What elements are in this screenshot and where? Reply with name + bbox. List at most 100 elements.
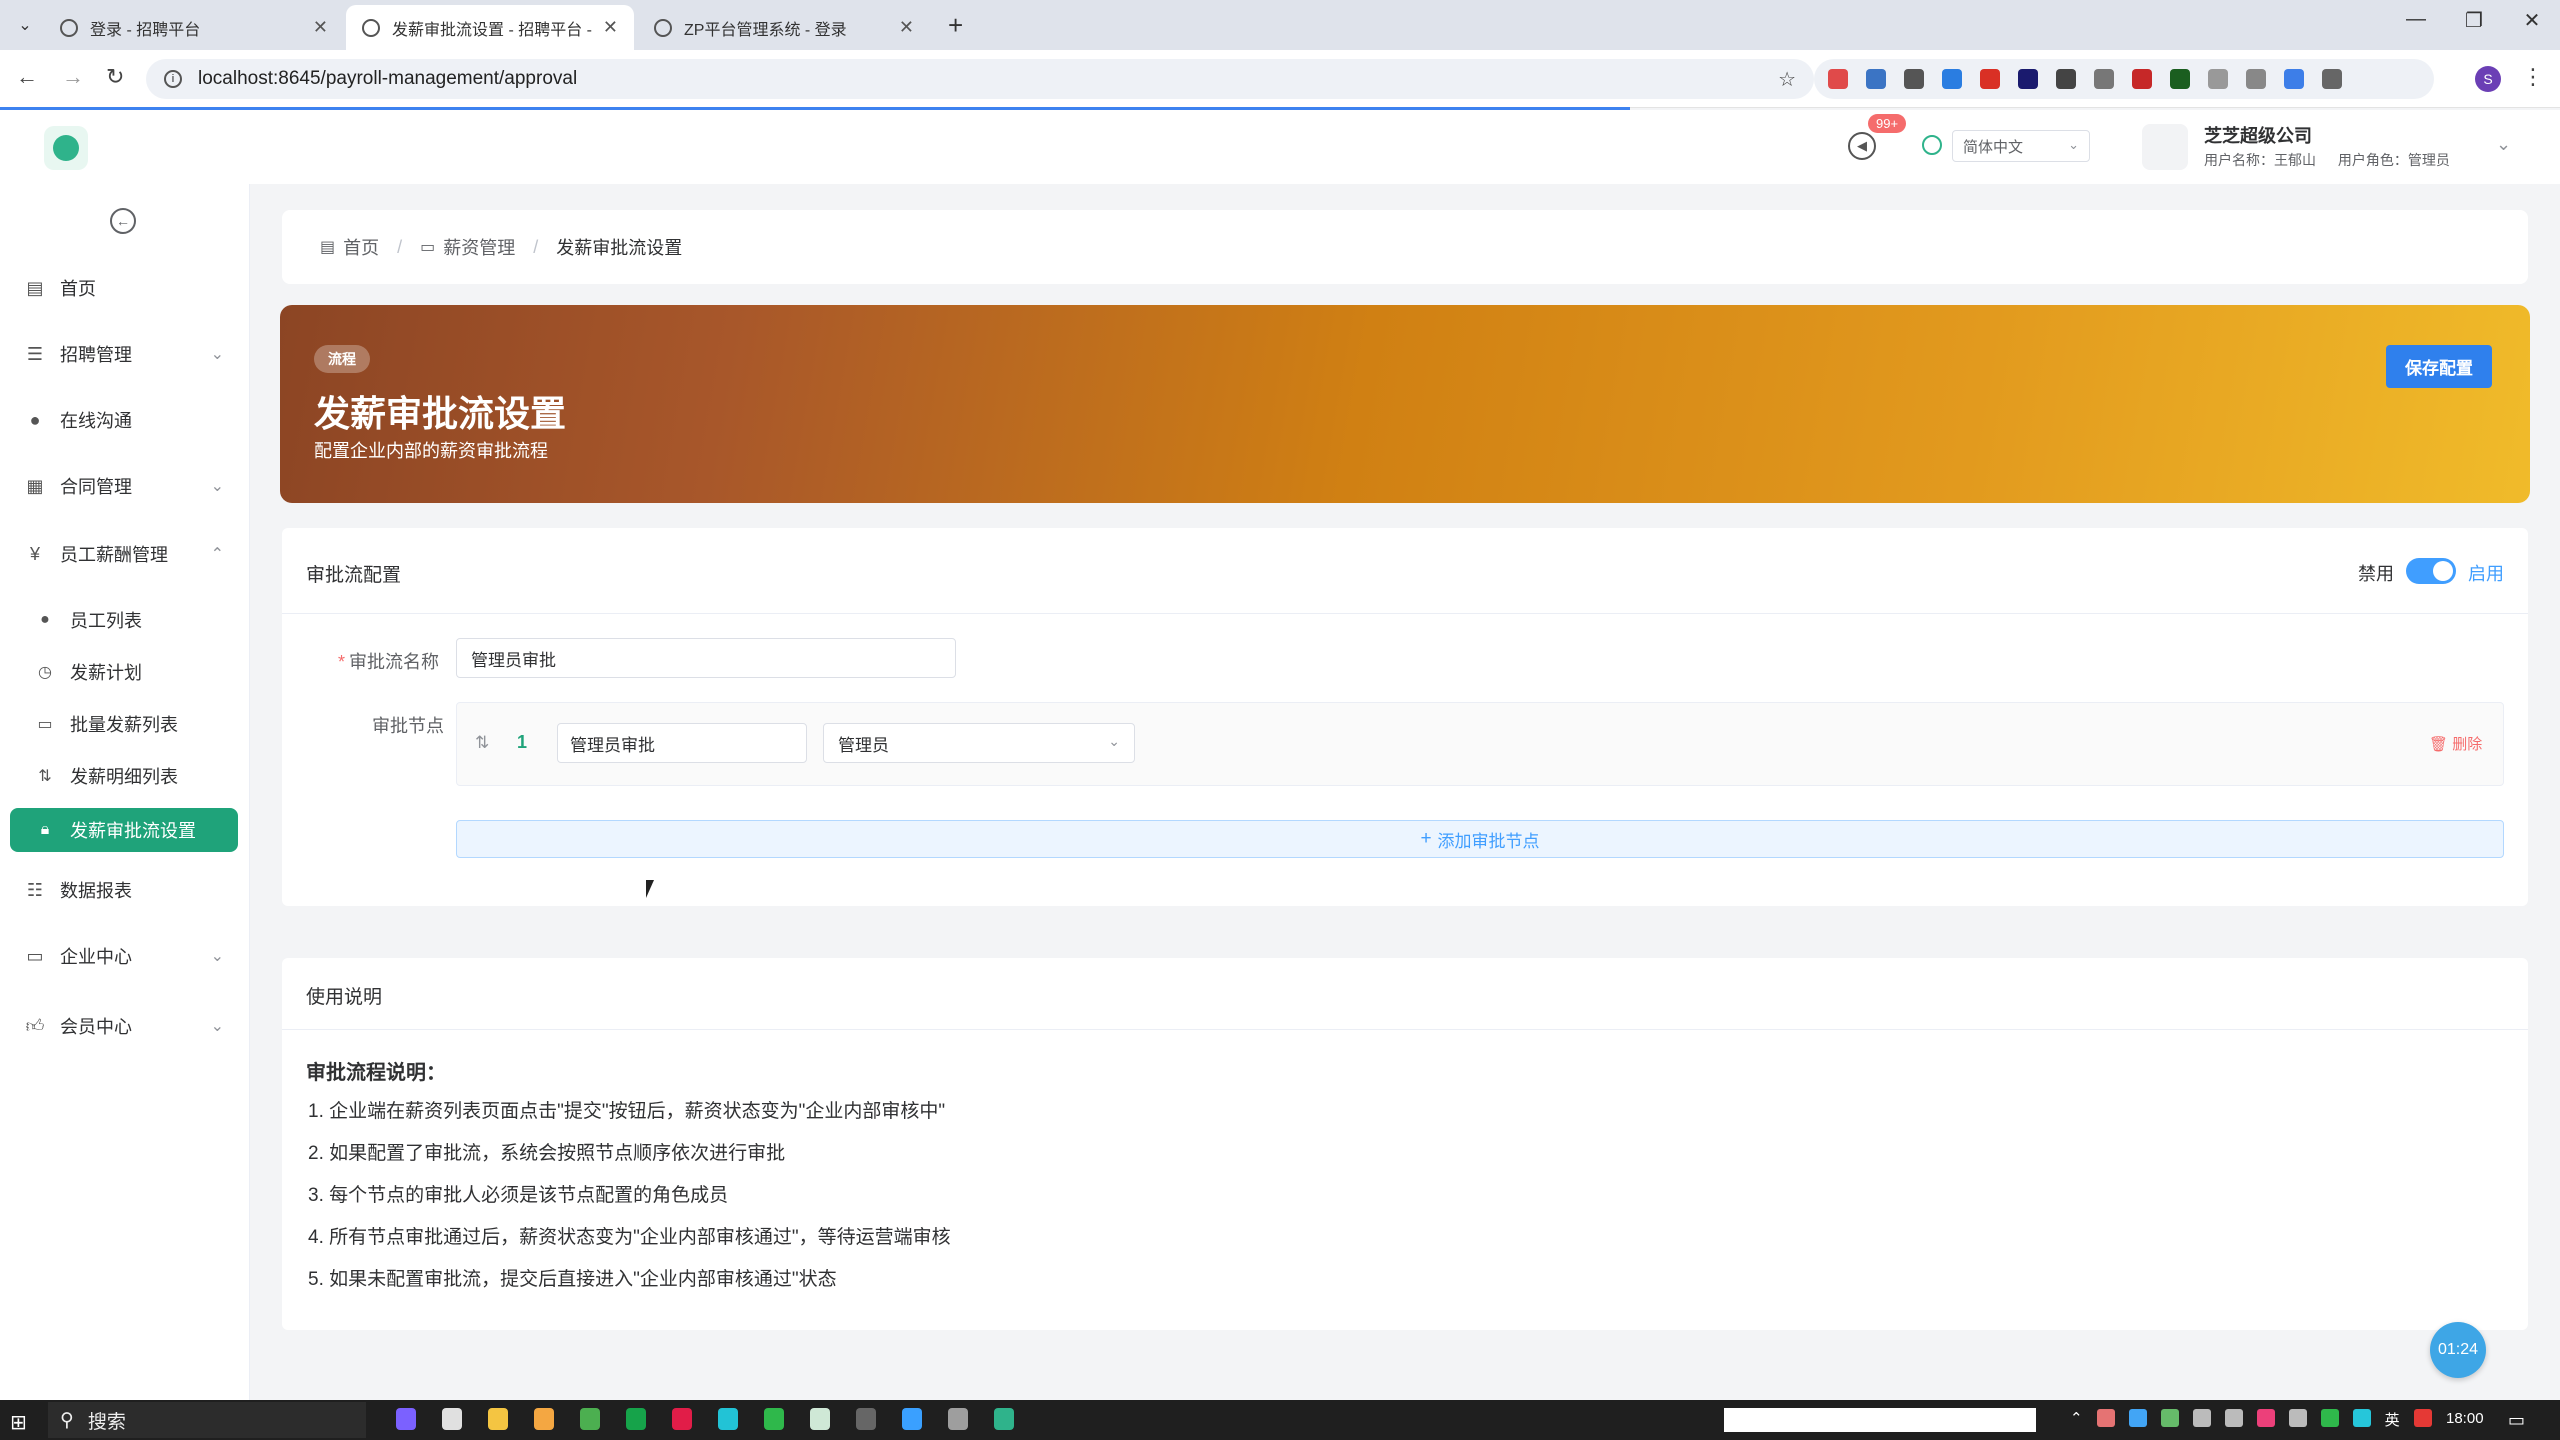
wechat-icon[interactable] [764, 1408, 784, 1430]
speaker-icon[interactable]: ◀ [1848, 132, 1876, 160]
chevron-up-icon[interactable]: ⌃ [2070, 1409, 2083, 1430]
enable-toggle[interactable] [2406, 558, 2456, 584]
app-icon[interactable] [856, 1408, 876, 1430]
app-icon[interactable] [810, 1408, 830, 1430]
collapse-sidebar-icon[interactable]: ← [110, 208, 136, 234]
tab-search-button[interactable]: ⌄ [10, 11, 40, 39]
profile-avatar[interactable]: S [2475, 66, 2501, 92]
drag-handle-icon[interactable]: ⇅ [475, 733, 489, 753]
app-icon[interactable] [994, 1408, 1014, 1430]
network-icon[interactable] [2224, 1409, 2243, 1427]
tray-icon[interactable] [2096, 1409, 2115, 1427]
taskbar-input-box[interactable] [1724, 1408, 2036, 1432]
sidebar-subitem-approval[interactable]: 🔒︎ 发薪审批流设置 [10, 808, 238, 852]
add-node-button[interactable]: + 添加审批节点 [456, 820, 2504, 858]
extension-icon[interactable] [2056, 69, 2076, 89]
close-icon[interactable]: ✕ [899, 17, 914, 38]
tray-icon[interactable] [2256, 1409, 2275, 1427]
sidebar-item-home[interactable]: ▤ 首页 [0, 266, 250, 310]
chrome-icon[interactable] [580, 1408, 600, 1430]
delete-node-button[interactable]: 🗑︎ 删除 [2429, 733, 2482, 754]
node-role-select[interactable]: 管理员 ⌄ [823, 723, 1135, 763]
sidebar-item-member[interactable]: 👍︎ 会员中心 ⌄ [0, 1004, 250, 1048]
extension-icon[interactable] [2170, 69, 2190, 89]
forward-icon[interactable]: → [62, 64, 84, 90]
wechat-icon[interactable] [2320, 1409, 2339, 1427]
card-header: 审批流配置 禁用 启用 [282, 528, 2528, 614]
back-icon[interactable]: ← [16, 64, 38, 90]
tray-icon[interactable] [2413, 1409, 2432, 1427]
volume-icon[interactable] [2288, 1409, 2307, 1427]
extension-icon[interactable] [1904, 69, 1924, 89]
restore-icon[interactable]: ❐ [2454, 8, 2494, 33]
new-tab-button[interactable]: + [948, 10, 963, 41]
sidebar-item-label: 会员中心 [60, 1017, 132, 1037]
app-icon[interactable] [396, 1408, 416, 1430]
url-field[interactable]: i localhost:8645/payroll-management/appr… [146, 59, 1814, 99]
extension-icon[interactable] [2018, 69, 2038, 89]
app-icon[interactable] [626, 1408, 646, 1430]
sidebar-subitem-plan[interactable]: ◷ 发薪计划 [0, 650, 250, 694]
app-icon[interactable] [672, 1408, 692, 1430]
role-label: 用户角色：管理员 [2337, 152, 2450, 168]
close-icon[interactable]: ✕ [313, 17, 328, 38]
reload-icon[interactable]: ↻ [106, 64, 124, 90]
browser-tab[interactable]: 登录 - 招聘平台 ✕ [44, 5, 344, 50]
site-info-icon[interactable]: i [164, 70, 182, 88]
sidebar-subitem-details[interactable]: ⇅ 发薪明细列表 [0, 754, 250, 798]
url-text: localhost:8645/payroll-management/approv… [198, 68, 578, 89]
star-icon[interactable]: ☆ [1778, 67, 1796, 92]
chevron-down-icon[interactable]: ⌄ [2496, 134, 2511, 155]
extension-icon[interactable] [2284, 69, 2304, 89]
tray-icon[interactable] [2128, 1409, 2147, 1427]
camera-icon[interactable] [2246, 69, 2266, 89]
app-icon[interactable] [718, 1408, 738, 1430]
app-icon[interactable] [442, 1408, 462, 1430]
puzzle-icon[interactable] [2322, 69, 2342, 89]
extension-icon[interactable] [1866, 69, 1886, 89]
save-config-button[interactable]: 保存配置 [2386, 345, 2492, 388]
sidebar-item-chat[interactable]: ● 在线沟通 [0, 398, 250, 442]
card-title: 使用说明 [306, 987, 383, 1008]
close-icon[interactable]: ✕ [603, 17, 618, 38]
flow-name-input[interactable] [456, 638, 956, 678]
minimize-icon[interactable]: — [2396, 8, 2436, 31]
app-icon[interactable] [534, 1408, 554, 1430]
notification-icon[interactable]: ▭ [2508, 1410, 2525, 1431]
timer-bubble[interactable]: 01:24 [2430, 1322, 2486, 1378]
sidebar-item-contract[interactable]: ▦ 合同管理 ⌄ [0, 464, 250, 508]
extension-icon[interactable] [1980, 69, 2000, 89]
breadcrumb-payroll[interactable]: 薪资管理 [443, 234, 515, 260]
sidebar-item-label: 招聘管理 [60, 345, 132, 365]
extension-icon[interactable] [2208, 69, 2228, 89]
extension-icon[interactable] [2094, 69, 2114, 89]
folder-icon[interactable] [488, 1408, 508, 1430]
app-icon[interactable] [948, 1408, 968, 1430]
tray-icon[interactable] [2192, 1409, 2211, 1427]
translate-icon[interactable] [1942, 69, 1962, 89]
sidebar-item-report[interactable]: ☷ 数据报表 [0, 868, 250, 912]
taskbar-clock[interactable]: 18:00 [2446, 1410, 2484, 1427]
avatar[interactable] [2142, 124, 2188, 170]
browser-tab-active[interactable]: 发薪审批流设置 - 招聘平台 - 企 ✕ [346, 5, 634, 50]
language-select[interactable]: 简体中文 ⌄ [1952, 130, 2090, 162]
sidebar-item-recruit[interactable]: ☰ 招聘管理 ⌄ [0, 332, 250, 376]
tray-icon[interactable] [2160, 1409, 2179, 1427]
node-name-input[interactable] [557, 723, 807, 763]
app-icon[interactable] [902, 1408, 922, 1430]
sidebar-subitem-batch[interactable]: ▭ 批量发薪列表 [0, 702, 250, 746]
extension-icon[interactable] [1828, 69, 1848, 89]
breadcrumb-home[interactable]: 首页 [343, 234, 379, 260]
kebab-menu-icon[interactable]: ⋮ [2522, 64, 2544, 90]
windows-start-icon[interactable]: ⊞ [10, 1410, 27, 1435]
browser-tab[interactable]: ZP平台管理系统 - 登录 ✕ [638, 5, 930, 50]
ime-label[interactable]: 英 [2385, 1409, 2400, 1430]
app-logo[interactable] [44, 126, 88, 170]
sidebar-item-payroll[interactable]: ¥ 员工薪酬管理 ⌃ [0, 532, 250, 576]
taskbar-search[interactable]: ⚲ 搜索 [48, 1402, 366, 1438]
sidebar-item-enterprise[interactable]: ▭ 企业中心 ⌄ [0, 934, 250, 978]
tray-icon[interactable] [2352, 1409, 2371, 1427]
pdf-icon[interactable] [2132, 69, 2152, 89]
window-close-icon[interactable]: ✕ [2512, 8, 2552, 33]
sidebar-subitem-employees[interactable]: ● 员工列表 [0, 598, 250, 642]
